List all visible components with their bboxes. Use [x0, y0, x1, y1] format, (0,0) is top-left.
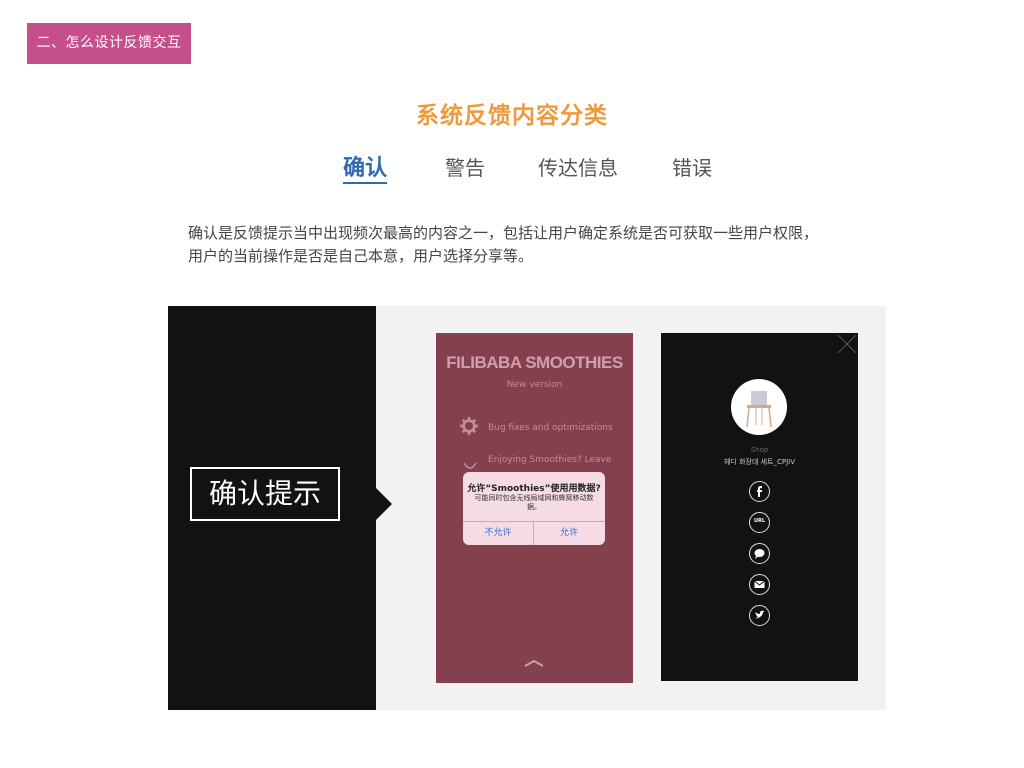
description-line-2: 用户的当前操作是否是自己本意，用户选择分享等。	[188, 247, 534, 265]
tab-error[interactable]: 错误	[672, 152, 712, 181]
app-title: FILIBABA SMOOTHIES	[446, 353, 623, 372]
close-icon[interactable]	[836, 333, 858, 355]
pointer-arrow	[376, 488, 392, 520]
tab-label: 警告	[445, 156, 485, 180]
permission-dialog: 允许“Smoothies”使用用数据? 可能同时包含无线局域网和蜂窝移动数据。 …	[463, 472, 605, 545]
tab-warning[interactable]: 警告	[445, 152, 485, 181]
tab-confirm[interactable]: 确认	[343, 150, 388, 184]
feature-review: Enjoying Smoothies? Leave	[488, 455, 612, 465]
facebook-glyph	[757, 486, 762, 497]
feature-bugfix: Bug fixes and optimizations	[488, 423, 613, 433]
facebook-icon[interactable]	[749, 481, 770, 502]
tab-label: 错误	[672, 156, 712, 180]
description-line-1: 确认是反馈提示当中出现频次最高的内容之一，包括让用户确定系统是否可获取一些用户权…	[188, 224, 819, 242]
url-label: URL	[753, 518, 766, 524]
example-panel: 确认提示 FILIBABA SMOOTHIES New version Bug …	[168, 306, 886, 710]
dialog-message: 可能同时包含无线局域网和蜂窝移动数据。	[474, 494, 594, 511]
message-icon[interactable]	[749, 543, 770, 564]
url-icon[interactable]: URL	[749, 512, 770, 533]
chat-bubble-glyph	[754, 549, 765, 559]
section-badge: 二、怎么设计反馈交互	[27, 23, 191, 64]
bird-glyph	[755, 610, 765, 619]
tab-label: 确认	[343, 156, 388, 181]
product-name: 헤디 화장대 세트_CPJIV	[723, 458, 796, 466]
dialog-title: 允许“Smoothies”使用用数据?	[467, 484, 601, 494]
confirm-prompt-label: 确认提示	[190, 467, 340, 521]
category-tabs: 确认 警告 传达信息 错误	[0, 152, 1024, 192]
twitter-icon[interactable]	[749, 605, 770, 626]
envelope-glyph	[754, 580, 765, 588]
tab-label: 传达信息	[538, 156, 618, 180]
chevron-up-icon[interactable]	[524, 658, 544, 668]
shop-label: Shop	[750, 446, 769, 454]
deny-button[interactable]: 不允许	[463, 521, 533, 545]
description: 确认是反馈提示当中出现频次最高的内容之一，包括让用户确定系统是否可获取一些用户权…	[188, 222, 868, 268]
phone-screenshot-permission: FILIBABA SMOOTHIES New version Bug fixes…	[436, 333, 633, 683]
phone-screenshot-share: Shop 헤디 화장대 세트_CPJIV URL	[661, 333, 858, 681]
label-block: 确认提示	[168, 306, 376, 710]
mail-icon[interactable]	[749, 574, 770, 595]
tab-information[interactable]: 传达信息	[538, 152, 618, 181]
product-image	[731, 379, 787, 435]
smile-icon	[463, 462, 477, 469]
gear-icon	[460, 417, 478, 435]
active-tab-underline	[343, 182, 388, 184]
allow-button[interactable]: 允许	[534, 521, 604, 545]
chair-icon	[746, 391, 772, 428]
app-subtitle: New version	[506, 380, 563, 390]
page-title: 系统反馈内容分类	[416, 103, 608, 129]
